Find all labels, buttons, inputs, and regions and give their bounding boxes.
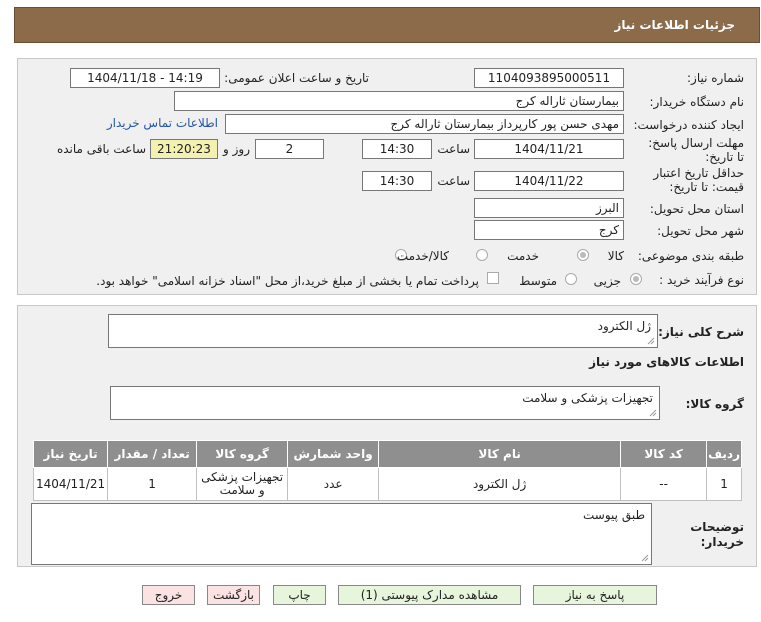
deadline-time-field: 14:30 (362, 139, 432, 159)
creator-field: مهدی حسن پور کارپرداز بیمارستان ثاراله ک… (225, 114, 624, 134)
deadline-label: مهلت ارسال پاسخ: تا تاریخ: (648, 136, 744, 164)
cell-goods-name: ژل الکترود (378, 467, 622, 501)
page-title: جزئیات اطلاعات نیاز (614, 18, 735, 32)
description-label: شرح کلی نیاز: (658, 325, 744, 339)
validity-date-field: 1404/11/22 (474, 171, 624, 191)
col-header-goods-group: گروه کالا (196, 440, 289, 468)
print-button[interactable]: چاپ (273, 585, 326, 605)
description-text: ژل الکترود (597, 319, 651, 333)
back-button[interactable]: بازگشت (207, 585, 260, 605)
category-label: طبقه بندی موضوعی: (637, 249, 744, 263)
col-header-goods-code: کد کالا (620, 440, 708, 468)
category-option-service: خدمت (507, 249, 539, 263)
remaining-time-field: 21:20:23 (150, 139, 218, 159)
purchase-type-label: نوع فرآیند خرید : (659, 273, 744, 287)
buyer-notes-textarea: طبق پیوست (31, 503, 652, 565)
purchase-radio-minor[interactable] (630, 273, 642, 285)
table-row: 1 -- ژل الکترود عدد تجهیزات پزشکی و سلام… (32, 467, 742, 501)
cell-goods-code: -- (620, 467, 708, 501)
category-option-goods: کالا (607, 249, 624, 263)
goods-group-label: گروه کالا: (685, 397, 744, 411)
category-radio-service[interactable] (476, 249, 488, 261)
treasury-note: پرداخت تمام یا بخشی از مبلغ خرید،از محل … (96, 274, 479, 288)
col-header-goods-name: نام کالا (378, 440, 622, 468)
col-header-quantity: تعداد / مقدار (107, 440, 198, 468)
goods-group-textarea: تجهیزات پزشکی و سلامت (110, 386, 660, 420)
cell-row-number: 1 (706, 467, 742, 501)
resize-grip-icon[interactable] (641, 554, 649, 562)
buyer-notes-label: توضیحات خریدار: (690, 520, 744, 549)
days-field: 2 (255, 139, 324, 159)
purchase-option-medium: متوسط (519, 274, 557, 288)
cell-goods-group: تجهیزات پزشکی و سلامت (196, 467, 289, 501)
province-field: البرز (474, 198, 624, 218)
goods-table: ردیف کد کالا نام کالا واحد شمارش گروه کا… (32, 440, 742, 501)
view-attachments-button[interactable]: مشاهده مدارک پیوستی (1) (338, 585, 521, 605)
deadline-time-label: ساعت (437, 142, 470, 156)
city-field: کرج (474, 220, 624, 240)
deadline-date-field: 1404/11/21 (474, 139, 624, 159)
validity-time-label: ساعت (437, 174, 470, 188)
purchase-option-minor: جزیی (593, 274, 621, 288)
cell-quantity: 1 (107, 467, 198, 501)
col-header-row-number: ردیف (706, 440, 742, 468)
creator-label: ایجاد کننده درخواست: (633, 118, 744, 132)
page-header: جزئیات اطلاعات نیاز (14, 7, 760, 43)
col-header-need-date: تاریخ نیاز (32, 440, 109, 468)
days-label: روز و (223, 142, 250, 156)
remaining-label: ساعت باقی مانده (56, 142, 146, 156)
cell-unit: عدد (287, 467, 380, 501)
contact-info-link[interactable]: اطلاعات تماس خریدار (107, 116, 218, 130)
description-textarea: ژل الکترود (108, 314, 658, 348)
validity-label: حداقل تاریخ اعتبار قیمت: تا تاریخ: (653, 166, 744, 194)
purchase-radio-medium[interactable] (565, 273, 577, 285)
resize-grip-icon[interactable] (649, 409, 657, 417)
cell-need-date: 1404/11/21 (32, 467, 109, 501)
goods-info-title: اطلاعات کالاهای مورد نیاز (589, 355, 744, 369)
category-radio-goods[interactable] (577, 249, 589, 261)
category-option-both: کالا/خدمت (396, 249, 449, 263)
validity-time-field: 14:30 (362, 171, 432, 191)
need-number-field: 1104093895000511 (474, 68, 624, 88)
goods-table-header: ردیف کد کالا نام کالا واحد شمارش گروه کا… (32, 440, 742, 468)
exit-button[interactable]: خروج (142, 585, 195, 605)
col-header-unit: واحد شمارش (287, 440, 380, 468)
buyer-org-field: بیمارستان ثاراله کرج (174, 91, 624, 111)
need-number-label: شماره نیاز: (687, 71, 744, 85)
buyer-notes-text: طبق پیوست (583, 508, 645, 522)
goods-group-text: تجهیزات پزشکی و سلامت (522, 391, 653, 405)
buyer-org-label: نام دستگاه خریدار: (649, 95, 745, 109)
reply-button[interactable]: پاسخ به نیاز (533, 585, 657, 605)
resize-grip-icon[interactable] (647, 337, 655, 345)
announce-label: تاریخ و ساعت اعلان عمومی: (224, 71, 369, 85)
city-label: شهر محل تحویل: (657, 224, 744, 238)
province-label: استان محل تحویل: (649, 202, 744, 216)
announce-field: 1404/11/18 - 14:19 (70, 68, 220, 88)
treasury-checkbox[interactable] (487, 272, 499, 284)
